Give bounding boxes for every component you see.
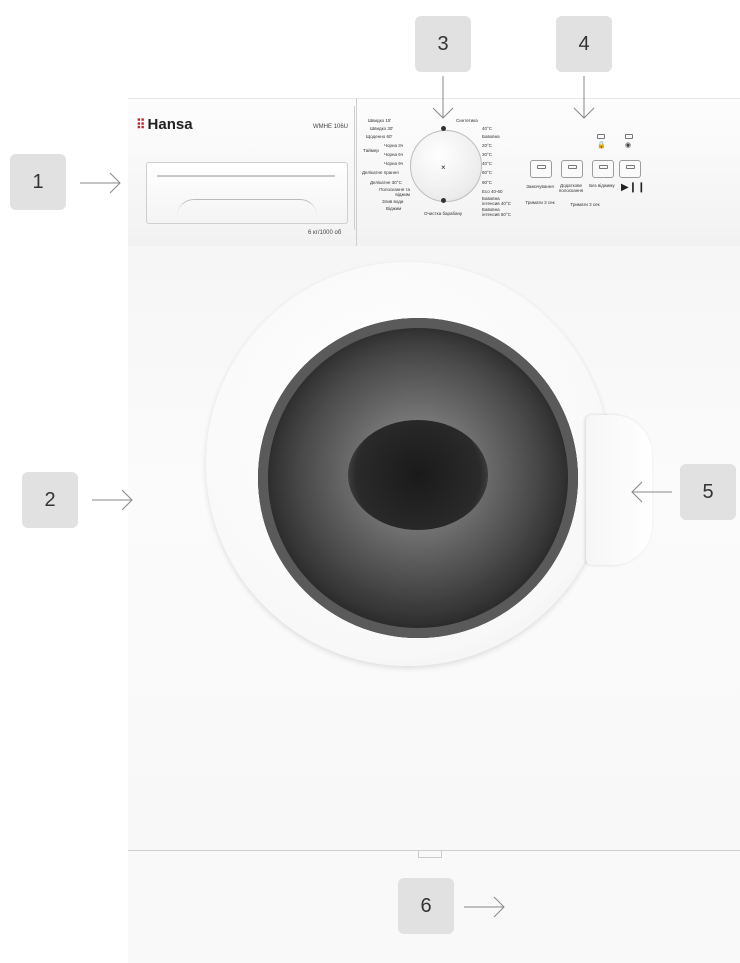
arrow-3 (432, 76, 454, 119)
arrow-5 (631, 481, 672, 503)
arrow-4 (573, 76, 595, 119)
arrow-6 (464, 896, 505, 918)
arrow-2 (92, 489, 133, 511)
arrow-1 (80, 172, 121, 194)
callout-arrows (80, 76, 672, 918)
